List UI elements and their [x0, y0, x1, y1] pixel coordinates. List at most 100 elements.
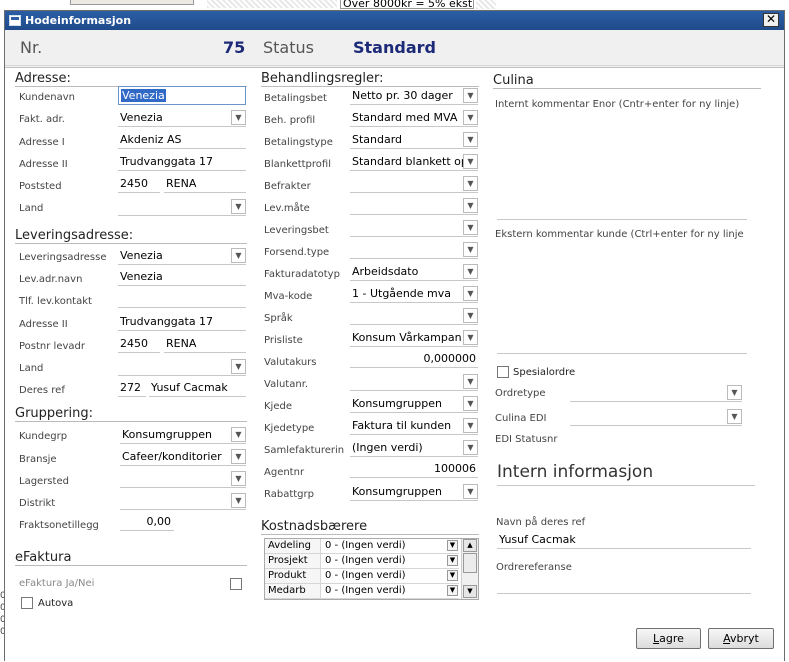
chevron-down-icon[interactable]: ▼: [727, 409, 742, 424]
behandlingsregel-field[interactable]: ▼: [350, 307, 478, 325]
ordrereferanse-input[interactable]: [497, 577, 751, 594]
adresse2-input[interactable]: Trudvanggata 17: [118, 154, 246, 171]
behandlingsregel-field[interactable]: Konsum Vårkampan ▼: [350, 329, 478, 347]
behandlingsregel-field[interactable]: ▼: [350, 241, 478, 259]
scroll-thumb[interactable]: [463, 553, 477, 573]
behandlingsregel-field[interactable]: Konsumgruppen ▼: [350, 483, 478, 501]
chevron-down-icon[interactable]: ▼: [231, 359, 246, 374]
kostnadsbaerer-row[interactable]: Avdeling 0 - (Ingen verdi) ▼: [265, 539, 459, 554]
chevron-down-icon[interactable]: ▼: [463, 418, 478, 433]
chevron-down-icon[interactable]: ▼: [463, 308, 478, 323]
kostnadsbaerer-value[interactable]: 0 - (Ingen verdi): [322, 569, 459, 583]
chevron-down-icon[interactable]: ▼: [463, 198, 478, 213]
lagre-button[interactable]: Lagre: [636, 628, 701, 649]
behandlingsregel-value: Faktura til kunden: [352, 419, 452, 432]
behandlingsregel-field[interactable]: Standard med MVA ▼: [350, 109, 478, 127]
distrikt-combo[interactable]: ▼: [120, 492, 246, 510]
chevron-down-icon[interactable]: ▼: [231, 427, 246, 442]
ekstern-kommentar-textarea[interactable]: [497, 242, 747, 354]
behandlingsregel-field[interactable]: 0,000000: [350, 351, 478, 368]
close-button[interactable]: ✕: [763, 13, 779, 27]
avbryt-button[interactable]: Avbryt: [708, 628, 774, 649]
chevron-down-icon[interactable]: ▼: [463, 242, 478, 257]
ordretype-combo[interactable]: ▼: [570, 384, 742, 402]
kundegrp-combo[interactable]: Konsumgruppen ▼: [120, 426, 246, 444]
efaktura-checkbox[interactable]: [230, 578, 242, 590]
scroll-down-icon[interactable]: ▼: [463, 585, 477, 598]
kundenavn-input[interactable]: Venezia: [118, 86, 246, 105]
behandlingsregel-field[interactable]: Konsumgruppen ▼: [350, 395, 478, 413]
navn-deres-ref-label: Navn på deres ref: [496, 517, 586, 528]
intern-kommentar-textarea[interactable]: [497, 112, 747, 220]
chevron-down-icon[interactable]: ▼: [727, 385, 742, 400]
chevron-down-icon[interactable]: ▼: [463, 484, 478, 499]
leveringsadresse-combo[interactable]: Venezia ▼: [118, 247, 246, 265]
chevron-down-icon[interactable]: ▼: [231, 110, 246, 125]
window-icon: [9, 15, 21, 26]
kostnadsbaerer-value[interactable]: 0 - (Ingen verdi): [322, 584, 459, 598]
kostnadsbaerer-value[interactable]: 0 - (Ingen verdi): [322, 539, 459, 553]
bransje-combo[interactable]: Cafeer/konditorier ▼: [120, 448, 246, 466]
behandlingsregel-field[interactable]: Standard ▼: [350, 131, 478, 149]
lev-adresse2-input[interactable]: Trudvanggata 17: [118, 314, 246, 331]
fakt-adr-combo[interactable]: Venezia ▼: [118, 109, 246, 127]
chevron-down-icon[interactable]: ▼: [463, 264, 478, 279]
tlf-lev-kontakt-input[interactable]: [118, 291, 246, 308]
deres-ref-nr-input[interactable]: 272: [118, 380, 146, 397]
postnr-input[interactable]: 2450: [118, 176, 160, 193]
behandlingsregel-field[interactable]: Standard blankett op ▼: [350, 153, 478, 171]
scroll-up-icon[interactable]: ▲: [463, 539, 477, 552]
chevron-down-icon[interactable]: ▼: [463, 154, 478, 169]
chevron-down-icon[interactable]: ▼: [231, 471, 246, 486]
land-combo[interactable]: ▼: [118, 198, 246, 216]
navn-deres-ref-input[interactable]: Yusuf Cacmak: [497, 532, 751, 549]
lev-poststed-input[interactable]: RENA: [164, 336, 246, 353]
lev-land-combo[interactable]: ▼: [118, 358, 246, 376]
kostnadsbaerer-row[interactable]: Medarb 0 - (Ingen verdi) ▼: [265, 584, 459, 599]
chevron-down-icon[interactable]: ▼: [463, 330, 478, 345]
chevron-down-icon[interactable]: ▼: [463, 396, 478, 411]
chevron-down-icon[interactable]: ▼: [231, 248, 246, 263]
kostnadsbaerer-row[interactable]: Prosjekt 0 - (Ingen verdi) ▼: [265, 554, 459, 569]
culina-edi-combo[interactable]: ▼: [570, 408, 742, 426]
chevron-down-icon[interactable]: ▼: [463, 88, 478, 103]
behandlingsregel-field[interactable]: (Ingen verdi) ▼: [350, 439, 478, 457]
chevron-down-icon[interactable]: ▼: [447, 555, 458, 566]
behandlingsregel-field[interactable]: ▼: [350, 197, 478, 215]
behandlingsregel-field[interactable]: 1 - Utgående mva ▼: [350, 285, 478, 303]
chevron-down-icon[interactable]: ▼: [463, 440, 478, 455]
deres-ref-name-input[interactable]: Yusuf Cacmak: [149, 380, 246, 397]
chevron-down-icon[interactable]: ▼: [463, 132, 478, 147]
behandlingsregel-field[interactable]: Faktura til kunden ▼: [350, 417, 478, 435]
chevron-down-icon[interactable]: ▼: [463, 220, 478, 235]
behandlingsregel-field[interactable]: ▼: [350, 219, 478, 237]
lev-postnr-input[interactable]: 2450: [118, 336, 160, 353]
lagersted-combo[interactable]: ▼: [120, 470, 246, 488]
grid-scrollbar[interactable]: ▲ ▼: [461, 539, 478, 599]
chevron-down-icon[interactable]: ▼: [447, 570, 458, 581]
chevron-down-icon[interactable]: ▼: [463, 176, 478, 191]
chevron-down-icon[interactable]: ▼: [447, 540, 458, 551]
form-body: Adresse: Kundenavn Venezia Fakt. adr. Ve…: [5, 67, 784, 662]
kostnadsbaerer-value[interactable]: 0 - (Ingen verdi): [322, 554, 459, 568]
behandlingsregel-field[interactable]: 100006: [350, 461, 478, 478]
poststed-input[interactable]: RENA: [164, 176, 246, 193]
chevron-down-icon[interactable]: ▼: [463, 286, 478, 301]
behandlingsregel-field[interactable]: ▼: [350, 175, 478, 193]
spesialordre-checkbox[interactable]: [497, 366, 509, 378]
chevron-down-icon[interactable]: ▼: [463, 374, 478, 389]
adresse1-input[interactable]: Akdeniz AS: [118, 132, 246, 149]
chevron-down-icon[interactable]: ▼: [231, 449, 246, 464]
chevron-down-icon[interactable]: ▼: [231, 493, 246, 508]
behandlingsregel-field[interactable]: Netto pr. 30 dager ▼: [350, 87, 478, 105]
behandlingsregel-field[interactable]: Arbeidsdato ▼: [350, 263, 478, 281]
chevron-down-icon[interactable]: ▼: [463, 110, 478, 125]
chevron-down-icon[interactable]: ▼: [231, 199, 246, 214]
kostnadsbaerer-row[interactable]: Produkt 0 - (Ingen verdi) ▼: [265, 569, 459, 584]
lev-adr-navn-input[interactable]: Venezia: [118, 269, 246, 286]
behandlingsregel-field[interactable]: ▼: [350, 373, 478, 391]
fraktsonetillegg-input[interactable]: 0,00: [120, 514, 174, 531]
autovarsel-checkbox[interactable]: [21, 597, 33, 609]
chevron-down-icon[interactable]: ▼: [447, 585, 458, 596]
avbryt-label: vbryt: [730, 632, 759, 645]
